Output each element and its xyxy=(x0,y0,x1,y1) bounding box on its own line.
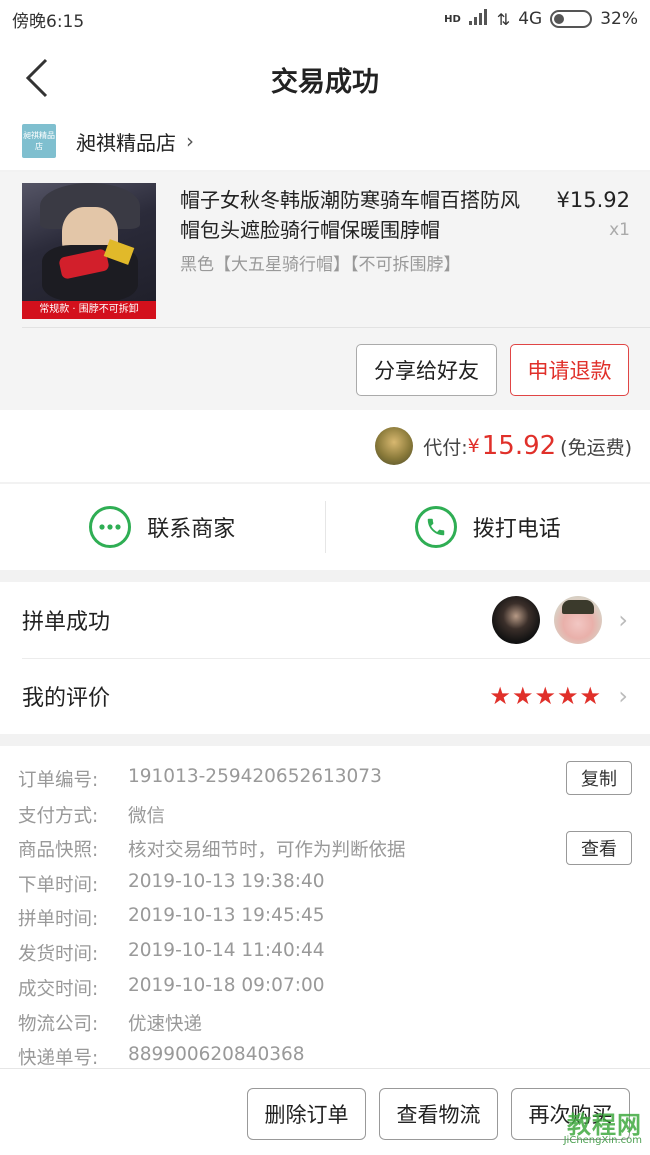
refund-button[interactable]: 申请退款 xyxy=(510,344,629,396)
store-link[interactable]: 昶祺精品店 昶祺精品店 › xyxy=(0,112,650,170)
page-title: 交易成功 xyxy=(271,67,379,98)
my-review-label: 我的评价 xyxy=(22,686,111,711)
payment-row: 代付: ¥ 15.92 (免运费) xyxy=(0,410,650,482)
store-name: 昶祺精品店 xyxy=(76,130,176,155)
status-bar: 傍晚6:15 HD ⇅ 4G 32% xyxy=(0,0,650,38)
payment-method-row: 支付方式: 微信 xyxy=(18,802,165,828)
chat-icon xyxy=(89,506,132,548)
payment-amount: 15.92 xyxy=(481,431,557,461)
snapshot-note: 核对交易细节时，可作为判断依据 xyxy=(128,840,406,861)
payment-label: 代付: xyxy=(423,436,468,459)
payment-currency: ¥ xyxy=(467,435,480,457)
group-review-section: 拼单成功 › 我的评价 ★★★★★ › xyxy=(0,582,650,734)
hd-icon: HD xyxy=(444,13,461,25)
ship-time: 2019-10-14 11:40:44 xyxy=(128,940,325,961)
order-time: 2019-10-13 19:38:40 xyxy=(128,871,325,892)
copy-button[interactable]: 复制 xyxy=(566,761,632,795)
chevron-right-icon: › xyxy=(186,129,194,153)
call-label: 拨打电话 xyxy=(472,517,561,542)
store-logo: 昶祺精品店 xyxy=(22,124,56,158)
product-spec: 黑色【大五星骑行帽】【不可拆围脖】 xyxy=(180,255,461,275)
group-time-row: 拼单时间: 2019-10-13 19:45:45 xyxy=(18,905,325,930)
deal-time: 2019-10-18 09:07:00 xyxy=(128,975,325,996)
star-rating-icon: ★★★★★ xyxy=(489,682,602,710)
order-time-row: 下单时间: 2019-10-13 19:38:40 xyxy=(18,871,325,896)
network-type: 4G xyxy=(518,9,543,29)
divider xyxy=(22,327,650,328)
product-image[interactable]: 常规款 · 围脖不可拆卸 xyxy=(22,183,156,319)
phone-icon xyxy=(414,506,457,548)
bottom-action-bar: 删除订单 查看物流 再次购买 教程网 JiChengXin.com xyxy=(0,1068,650,1155)
contact-merchant-button[interactable]: 联系商家 xyxy=(0,506,325,548)
signal-icon xyxy=(468,8,489,30)
group-success-row[interactable]: 拼单成功 › xyxy=(0,582,650,658)
tracking-number-row: 快递单号: 889900620840368 xyxy=(18,1044,305,1069)
group-time: 2019-10-13 19:45:45 xyxy=(128,905,325,926)
call-button[interactable]: 拨打电话 xyxy=(326,506,650,548)
data-transfer-icon: ⇅ xyxy=(496,9,511,29)
contact-row: 联系商家 拨打电话 xyxy=(0,484,650,570)
view-snapshot-button[interactable]: 查看 xyxy=(566,831,632,865)
contact-merchant-label: 联系商家 xyxy=(147,517,236,542)
logistics-company: 优速快递 xyxy=(128,1014,203,1035)
order-number-row: 订单编号: 191013-259420652613073 xyxy=(18,766,382,791)
watermark-logo: 教程网 JiChengXin.com xyxy=(563,1111,642,1146)
product-card: 常规款 · 围脖不可拆卸 帽子女秋冬韩版潮防寒骑车帽百搭防风帽包头遮脸骑行帽保暖… xyxy=(0,172,650,410)
shipping-note: (免运费) xyxy=(560,436,632,459)
share-button[interactable]: 分享给好友 xyxy=(356,344,497,396)
avatar xyxy=(492,596,540,644)
status-time: 傍晚6:15 xyxy=(12,11,85,32)
payment-method: 微信 xyxy=(128,806,166,827)
view-logistics-button[interactable]: 查看物流 xyxy=(379,1088,498,1140)
tracking-number: 889900620840368 xyxy=(128,1044,305,1065)
product-title[interactable]: 帽子女秋冬韩版潮防寒骑车帽百搭防风帽包头遮脸骑行帽保暖围脖帽 xyxy=(180,185,525,245)
product-quantity: x1 xyxy=(609,220,630,240)
product-image-tag: 常规款 · 围脖不可拆卸 xyxy=(22,301,156,319)
avatar xyxy=(554,596,602,644)
battery-percent: 32% xyxy=(600,9,638,29)
battery-icon xyxy=(550,10,593,28)
payer-avatar xyxy=(375,427,414,465)
logistics-company-row: 物流公司: 优速快递 xyxy=(18,1010,202,1036)
order-number: 191013-259420652613073 xyxy=(128,766,382,787)
deal-time-row: 成交时间: 2019-10-18 09:07:00 xyxy=(18,975,325,1000)
product-price: ¥15.92 xyxy=(556,188,630,212)
chevron-right-icon: › xyxy=(618,682,628,710)
group-success-label: 拼单成功 xyxy=(22,610,111,635)
chevron-right-icon: › xyxy=(618,606,628,634)
status-indicators: HD ⇅ 4G 32% xyxy=(444,8,638,30)
delete-order-button[interactable]: 删除订单 xyxy=(247,1088,366,1140)
my-review-row[interactable]: 我的评价 ★★★★★ › xyxy=(0,658,650,734)
ship-time-row: 发货时间: 2019-10-14 11:40:44 xyxy=(18,940,325,965)
snapshot-row: 商品快照: 核对交易细节时，可作为判断依据 xyxy=(18,836,406,862)
order-details: 订单编号: 191013-259420652613073 复制 支付方式: 微信… xyxy=(0,746,650,1069)
nav-bar: 交易成功 xyxy=(0,38,650,118)
